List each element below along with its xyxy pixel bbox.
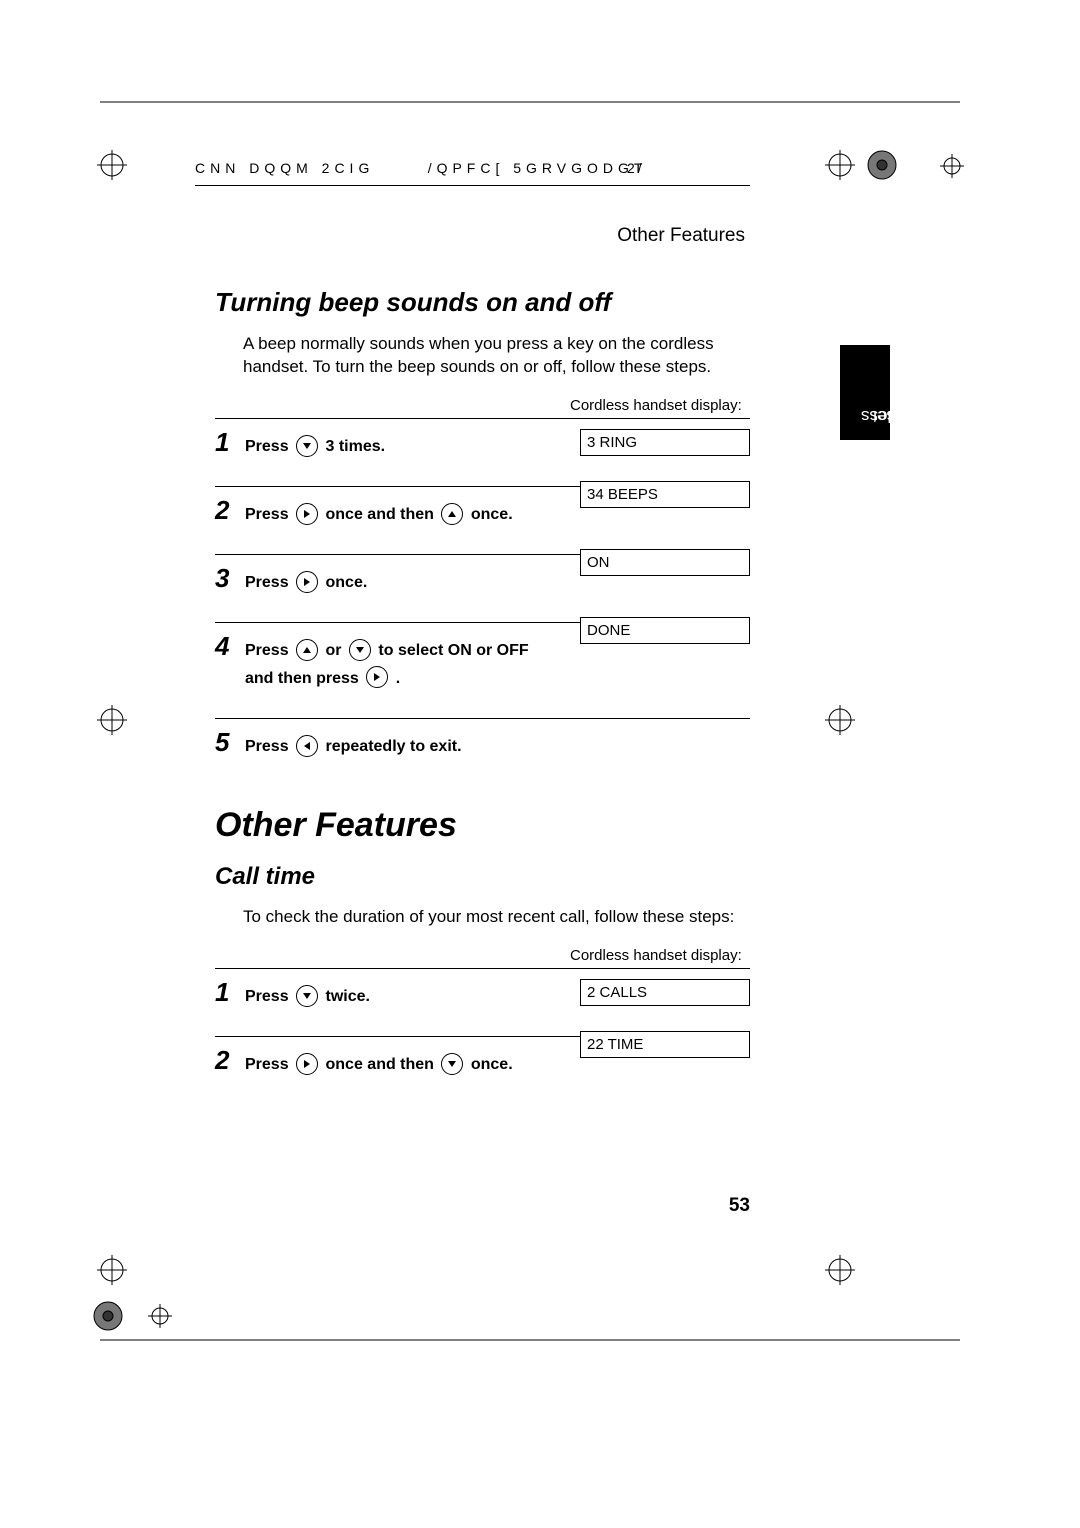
- down-arrow-icon: [349, 639, 371, 661]
- display-box: ON: [580, 549, 750, 576]
- down-arrow-icon: [296, 435, 318, 457]
- step-row: 5 Press repeatedly to exit.: [215, 718, 750, 776]
- display-label-1: Cordless handset display:: [570, 397, 750, 414]
- step-row: 2 Press once and then once. 22 TIME: [215, 1036, 750, 1104]
- section-intro-beep: A beep normally sounds when you press a …: [243, 333, 750, 379]
- step-text: Press repeatedly to exit.: [245, 733, 750, 760]
- step-row: 2 Press once and then once. 34 BEEPS: [215, 486, 750, 554]
- steps-beep: 1 Press 3 times. 3 RING 2 Press once and…: [215, 418, 750, 776]
- display-box: DONE: [580, 617, 750, 644]
- step-number: 1: [215, 979, 245, 1005]
- section-intro-calltime: To check the duration of your most recen…: [243, 906, 750, 929]
- right-arrow-icon: [296, 1053, 318, 1075]
- step-number: 3: [215, 565, 245, 591]
- left-arrow-icon: [296, 735, 318, 757]
- right-arrow-icon: [366, 666, 388, 688]
- display-box: 3 RING: [580, 429, 750, 456]
- section-title-calltime: Call time: [215, 863, 750, 891]
- display-box: 2 CALLS: [580, 979, 750, 1006]
- up-arrow-icon: [441, 503, 463, 525]
- chapter-tab: 2. CordlessHandset: [840, 345, 890, 440]
- page-title: Other Features: [215, 806, 750, 845]
- step-row: 1 Press twice. 2 CALLS: [215, 968, 750, 1036]
- down-arrow-icon: [296, 985, 318, 1007]
- step-number: 2: [215, 497, 245, 523]
- down-arrow-icon: [441, 1053, 463, 1075]
- step-number: 1: [215, 429, 245, 455]
- step-row: 1 Press 3 times. 3 RING: [215, 418, 750, 486]
- display-box: 34 BEEPS: [580, 481, 750, 508]
- page-number: 53: [729, 1195, 750, 1217]
- up-arrow-icon: [296, 639, 318, 661]
- header-code-left: CNN DQQM 2CIG /QPFC[ 5GRVGODGT: [195, 160, 647, 176]
- step-row: 3 Press once. ON: [215, 554, 750, 622]
- display-box: 22 TIME: [580, 1031, 750, 1058]
- section-title-beep: Turning beep sounds on and off: [215, 287, 750, 318]
- step-number: 2: [215, 1047, 245, 1073]
- right-arrow-icon: [296, 571, 318, 593]
- step-row: 4 Press or to select ON or OFF and then …: [215, 622, 750, 717]
- header-code-right: 2/: [627, 160, 645, 176]
- header-rule: [195, 185, 750, 186]
- step-text: Press or to select ON or OFF and then pr…: [245, 637, 750, 691]
- step-number: 4: [215, 633, 245, 659]
- step-number: 5: [215, 729, 245, 755]
- right-arrow-icon: [296, 503, 318, 525]
- display-label-2: Cordless handset display:: [570, 947, 750, 964]
- breadcrumb: Other Features: [485, 225, 745, 247]
- steps-calltime: 1 Press twice. 2 CALLS 2 Press once and …: [215, 968, 750, 1104]
